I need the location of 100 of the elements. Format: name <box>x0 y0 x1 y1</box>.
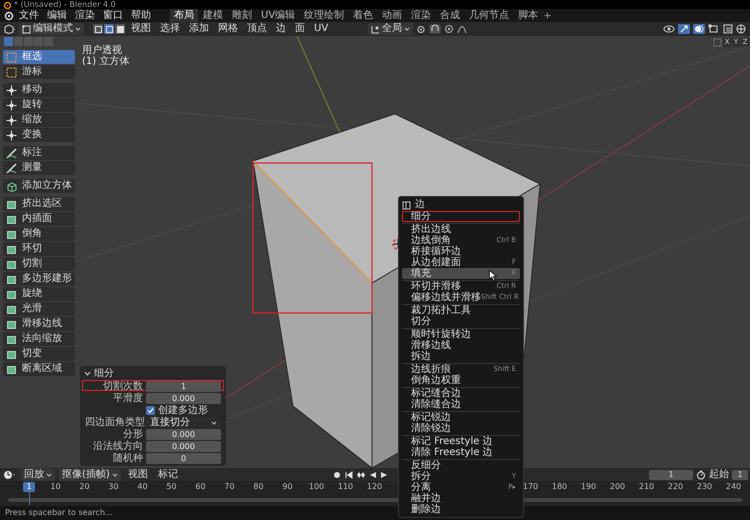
tool-button[interactable]: 法向缩放 <box>3 332 75 346</box>
number-field[interactable]: 0.000 <box>146 393 221 404</box>
menu-item[interactable]: 视图 <box>124 468 151 481</box>
timeline-dropdown[interactable]: 回放 <box>21 468 55 480</box>
wireframe-shading-icon[interactable] <box>736 24 746 34</box>
menu-item[interactable]: 清除 Freestyle 边 <box>402 447 520 458</box>
menu-item[interactable]: 视图 <box>128 22 154 36</box>
current-frame-marker[interactable]: 1 <box>23 482 35 492</box>
falloff-curve-icon[interactable] <box>457 24 467 34</box>
tool-button[interactable]: 挤出选区 <box>3 197 75 211</box>
tool-button[interactable]: 旋转 <box>3 98 75 112</box>
jump-start-icon[interactable] <box>345 470 353 478</box>
menu-item[interactable]: UV <box>311 22 332 36</box>
menu-item[interactable]: 标记缝合边 <box>402 388 520 399</box>
number-field[interactable]: 1 <box>146 381 221 392</box>
menu-item[interactable]: 挤出边线 <box>402 224 520 235</box>
proportional-edit-icon[interactable] <box>444 24 454 34</box>
tool-button[interactable]: 多边形建形 <box>3 272 75 286</box>
panel-title[interactable]: 细分 <box>94 368 114 379</box>
menu-item[interactable]: 删除边 <box>402 504 520 515</box>
orientation-dropdown[interactable]: 全局 <box>368 23 413 35</box>
tool-button[interactable]: 滑移边线 <box>3 317 75 331</box>
workspace-tab[interactable]: 几何节点 <box>465 9 514 22</box>
grid-lock-icon[interactable] <box>713 38 722 47</box>
tool-button[interactable]: 光滑 <box>3 302 75 316</box>
snap-icon[interactable] <box>429 24 441 34</box>
keyframe-jump-icon[interactable] <box>356 470 366 478</box>
menu-item[interactable]: 切分 <box>402 316 520 327</box>
workspace-tab[interactable]: 动画 <box>378 9 406 22</box>
menu-item[interactable]: 边 <box>273 22 289 36</box>
tool-button[interactable]: 切割 <box>3 257 75 271</box>
tool-button[interactable]: 切变 <box>3 347 75 361</box>
menu-item[interactable]: 清除缝合边 <box>402 399 520 410</box>
add-icon[interactable] <box>544 12 552 19</box>
blender-logo-icon[interactable] <box>4 10 14 20</box>
gizmo-icon[interactable] <box>678 24 690 34</box>
number-field[interactable]: 0.000 <box>146 429 221 440</box>
workspace-tab[interactable]: 着色 <box>349 9 378 22</box>
menu-item[interactable]: 顶点 <box>244 22 270 36</box>
menu-item[interactable]: 选择 <box>157 22 183 36</box>
tool-button[interactable]: 倒角 <box>3 227 75 241</box>
tool-button[interactable]: 框选 <box>3 50 75 64</box>
workspace-tab[interactable]: 渲染 <box>407 9 436 22</box>
workspace-tab[interactable]: UV编辑 <box>257 9 300 22</box>
workspace-tab[interactable]: 纹理绘制 <box>300 9 348 22</box>
menu-item[interactable]: 帮助 <box>128 9 154 22</box>
editor-type-icon[interactable] <box>4 24 16 34</box>
mesh-edit-overlay-icon[interactable] <box>708 24 720 34</box>
tool-button[interactable]: 移动 <box>3 83 75 97</box>
visibility-icon[interactable] <box>663 24 675 34</box>
clock-icon[interactable] <box>3 470 17 480</box>
select-mode-button[interactable] <box>115 24 125 34</box>
tool-button[interactable]: 添加立方体 <box>3 179 75 193</box>
menu-item[interactable]: 窗口 <box>100 9 126 22</box>
menu-item[interactable]: 细分 <box>402 211 520 222</box>
menu-item[interactable]: 滑移边线 <box>402 340 520 351</box>
number-field[interactable]: 0 <box>146 453 221 464</box>
tool-button[interactable]: 旋绕 <box>3 287 75 301</box>
menu-item[interactable]: 面 <box>292 22 308 36</box>
menu-item[interactable]: 清除锐边 <box>402 423 520 434</box>
timeline-dropdown[interactable]: 抠像(插帧) <box>59 468 121 480</box>
menu-item[interactable]: 反细分 <box>402 460 520 471</box>
menu-item[interactable]: 融并边 <box>402 493 520 504</box>
menu-item[interactable]: 编辑 <box>44 9 70 22</box>
menu-item[interactable]: 拆边 <box>402 351 520 362</box>
workspace-tab[interactable]: 脚本 <box>514 9 542 22</box>
menu-item[interactable]: 添加 <box>186 22 212 36</box>
tool-button[interactable]: 测量 <box>3 161 75 175</box>
start-frame-field[interactable]: 1 <box>732 470 748 480</box>
menu-item[interactable]: 桥接循环边 <box>402 246 520 257</box>
tool-button[interactable]: 环切 <box>3 242 75 256</box>
current-frame-field[interactable]: 1 <box>649 470 693 480</box>
workspace-tab[interactable]: 建模 <box>199 9 227 22</box>
menu-item[interactable]: 倒角边权重 <box>402 375 520 386</box>
tool-button[interactable]: 变换 <box>3 128 75 142</box>
number-field[interactable]: 0.000 <box>146 441 221 452</box>
menu-item[interactable]: 裁刀拓扑工具 <box>402 305 520 316</box>
select-mode-button[interactable] <box>93 24 103 34</box>
checkbox[interactable] <box>146 406 155 415</box>
pivot-icon[interactable] <box>416 24 426 34</box>
menu-item[interactable]: 文件 <box>16 9 42 22</box>
select-mode-button[interactable] <box>104 24 114 34</box>
xray-icon[interactable] <box>723 24 733 34</box>
stopwatch-icon[interactable] <box>696 470 706 480</box>
workspace-tab[interactable]: 合成 <box>436 9 464 22</box>
tool-button[interactable]: 内插面 <box>3 212 75 226</box>
menu-item[interactable]: 顺时针旋转边 <box>402 329 520 340</box>
workspace-tab[interactable]: 雕刻 <box>228 9 256 22</box>
tool-button[interactable]: 标注 <box>3 146 75 160</box>
workspace-tab[interactable]: 布局 <box>170 9 198 22</box>
overlay-icon[interactable] <box>693 24 705 34</box>
record-icon[interactable] <box>332 470 342 480</box>
dropdown-field[interactable]: 直接切分 <box>146 417 221 428</box>
tool-button[interactable]: 缩放 <box>3 113 75 127</box>
menu-item[interactable]: 标记 <box>154 468 181 481</box>
play-reverse-icon[interactable] <box>369 470 377 478</box>
tool-button[interactable]: 游标 <box>3 65 75 79</box>
menu-item[interactable]: 网格 <box>215 22 241 36</box>
tool-button[interactable]: 断离区域 <box>3 362 75 376</box>
mode-dropdown[interactable]: 编辑模式 <box>19 23 84 35</box>
